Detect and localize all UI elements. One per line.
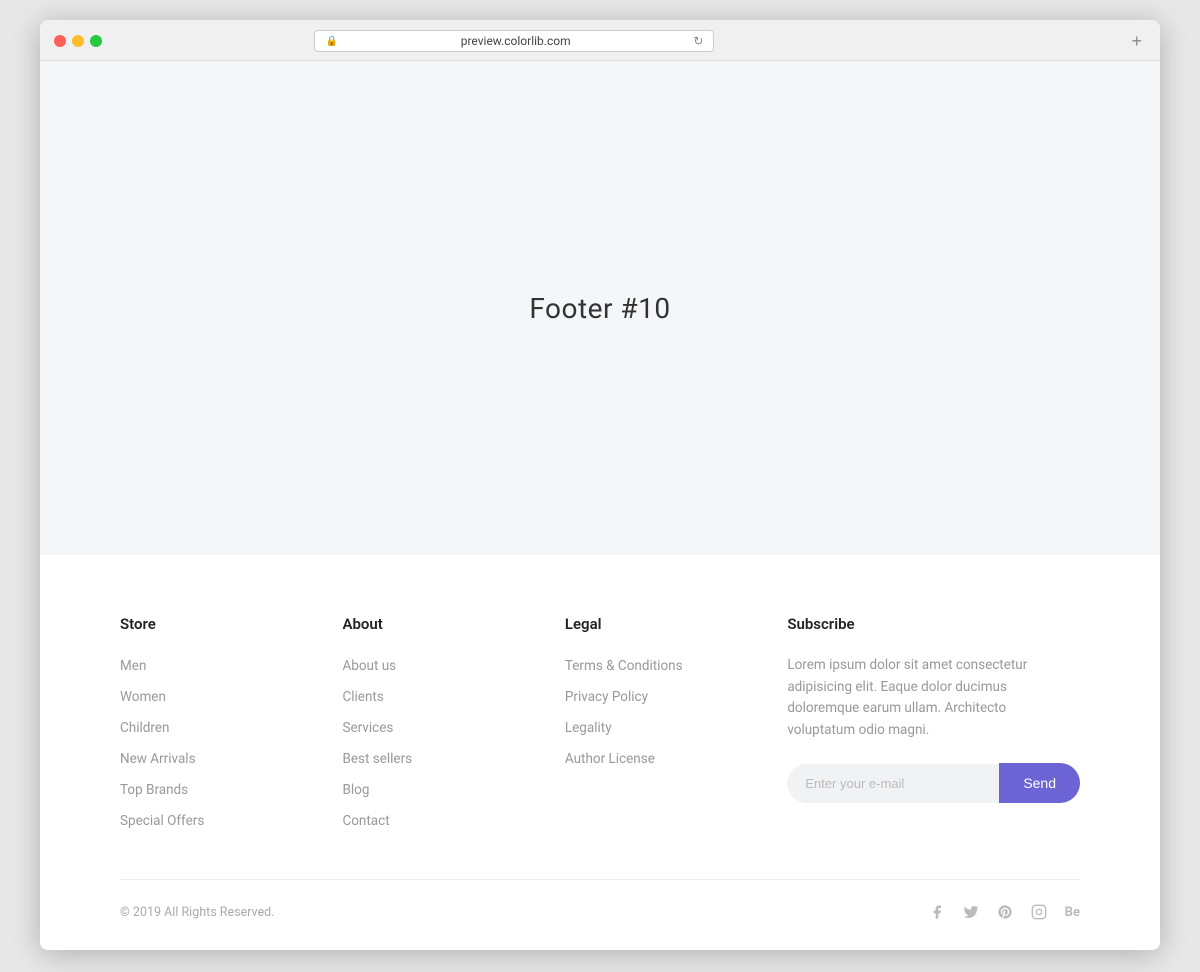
about-links: About us Clients Services Best sellers B… (342, 655, 564, 829)
legal-links: Terms & Conditions Privacy Policy Legali… (565, 655, 787, 767)
subscribe-heading: Subscribe (787, 615, 1080, 633)
lock-icon: 🔒 (325, 36, 337, 47)
store-link-women[interactable]: Women (120, 689, 166, 705)
footer-bottom: © 2019 All Rights Reserved. (120, 904, 1080, 950)
about-link-best-sellers[interactable]: Best sellers (342, 751, 412, 767)
legal-heading: Legal (565, 615, 787, 633)
subscribe-column: Subscribe Lorem ipsum dolor sit amet con… (787, 615, 1080, 829)
pinterest-icon[interactable] (997, 904, 1013, 920)
maximize-button[interactable] (90, 35, 102, 47)
list-item: New Arrivals (120, 748, 342, 767)
list-item: Special Offers (120, 810, 342, 829)
store-link-children[interactable]: Children (120, 720, 169, 736)
subscribe-description: Lorem ipsum dolor sit amet consectetur a… (787, 655, 1067, 741)
close-button[interactable] (54, 35, 66, 47)
subscribe-form: Send (787, 763, 1080, 803)
store-link-new-arrivals[interactable]: New Arrivals (120, 751, 196, 767)
list-item: Services (342, 717, 564, 736)
refresh-icon[interactable]: ↻ (693, 34, 703, 48)
footer: Store Men Women Children New Arrivals To… (40, 555, 1160, 950)
store-column: Store Men Women Children New Arrivals To… (120, 615, 342, 829)
about-link-clients[interactable]: Clients (342, 689, 383, 705)
legal-column: Legal Terms & Conditions Privacy Policy … (565, 615, 787, 829)
list-item: About us (342, 655, 564, 674)
store-links: Men Women Children New Arrivals Top Bran… (120, 655, 342, 829)
new-tab-button[interactable]: + (1127, 31, 1146, 52)
list-item: Children (120, 717, 342, 736)
page-content: Footer #10 Store Men Women Children New … (40, 61, 1160, 950)
behance-icon[interactable]: Be (1065, 905, 1080, 920)
list-item: Contact (342, 810, 564, 829)
footer-columns: Store Men Women Children New Arrivals To… (120, 615, 1080, 879)
list-item: Blog (342, 779, 564, 798)
url-text: preview.colorlib.com (344, 34, 687, 48)
instagram-icon[interactable] (1031, 904, 1047, 920)
twitter-icon[interactable] (963, 904, 979, 920)
store-heading: Store (120, 615, 342, 633)
facebook-icon[interactable] (929, 904, 945, 920)
page-title: Footer #10 (529, 292, 670, 325)
legal-link-legality[interactable]: Legality (565, 720, 612, 736)
list-item: Privacy Policy (565, 686, 787, 705)
list-item: Top Brands (120, 779, 342, 798)
traffic-lights (54, 35, 102, 47)
about-column: About About us Clients Services Best sel… (342, 615, 564, 829)
list-item: Clients (342, 686, 564, 705)
store-link-top-brands[interactable]: Top Brands (120, 782, 188, 798)
list-item: Men (120, 655, 342, 674)
browser-window: 🔒 preview.colorlib.com ↻ + Footer #10 St… (40, 20, 1160, 950)
send-button[interactable]: Send (999, 763, 1080, 803)
about-link-about-us[interactable]: About us (342, 658, 396, 674)
store-link-special-offers[interactable]: Special Offers (120, 813, 204, 829)
address-bar[interactable]: 🔒 preview.colorlib.com ↻ (314, 30, 714, 52)
store-link-men[interactable]: Men (120, 658, 146, 674)
list-item: Terms & Conditions (565, 655, 787, 674)
social-icons: Be (929, 904, 1080, 920)
about-link-services[interactable]: Services (342, 720, 393, 736)
list-item: Women (120, 686, 342, 705)
list-item: Best sellers (342, 748, 564, 767)
about-heading: About (342, 615, 564, 633)
legal-link-terms[interactable]: Terms & Conditions (565, 658, 683, 674)
minimize-button[interactable] (72, 35, 84, 47)
list-item: Legality (565, 717, 787, 736)
legal-link-author-license[interactable]: Author License (565, 751, 655, 767)
about-link-contact[interactable]: Contact (342, 813, 389, 829)
legal-link-privacy[interactable]: Privacy Policy (565, 689, 648, 705)
copyright-text: © 2019 All Rights Reserved. (120, 905, 274, 920)
email-input[interactable] (787, 764, 999, 803)
footer-divider (120, 879, 1080, 880)
main-area: Footer #10 (40, 61, 1160, 555)
list-item: Author License (565, 748, 787, 767)
about-link-blog[interactable]: Blog (342, 782, 369, 798)
browser-chrome: 🔒 preview.colorlib.com ↻ + (40, 20, 1160, 61)
